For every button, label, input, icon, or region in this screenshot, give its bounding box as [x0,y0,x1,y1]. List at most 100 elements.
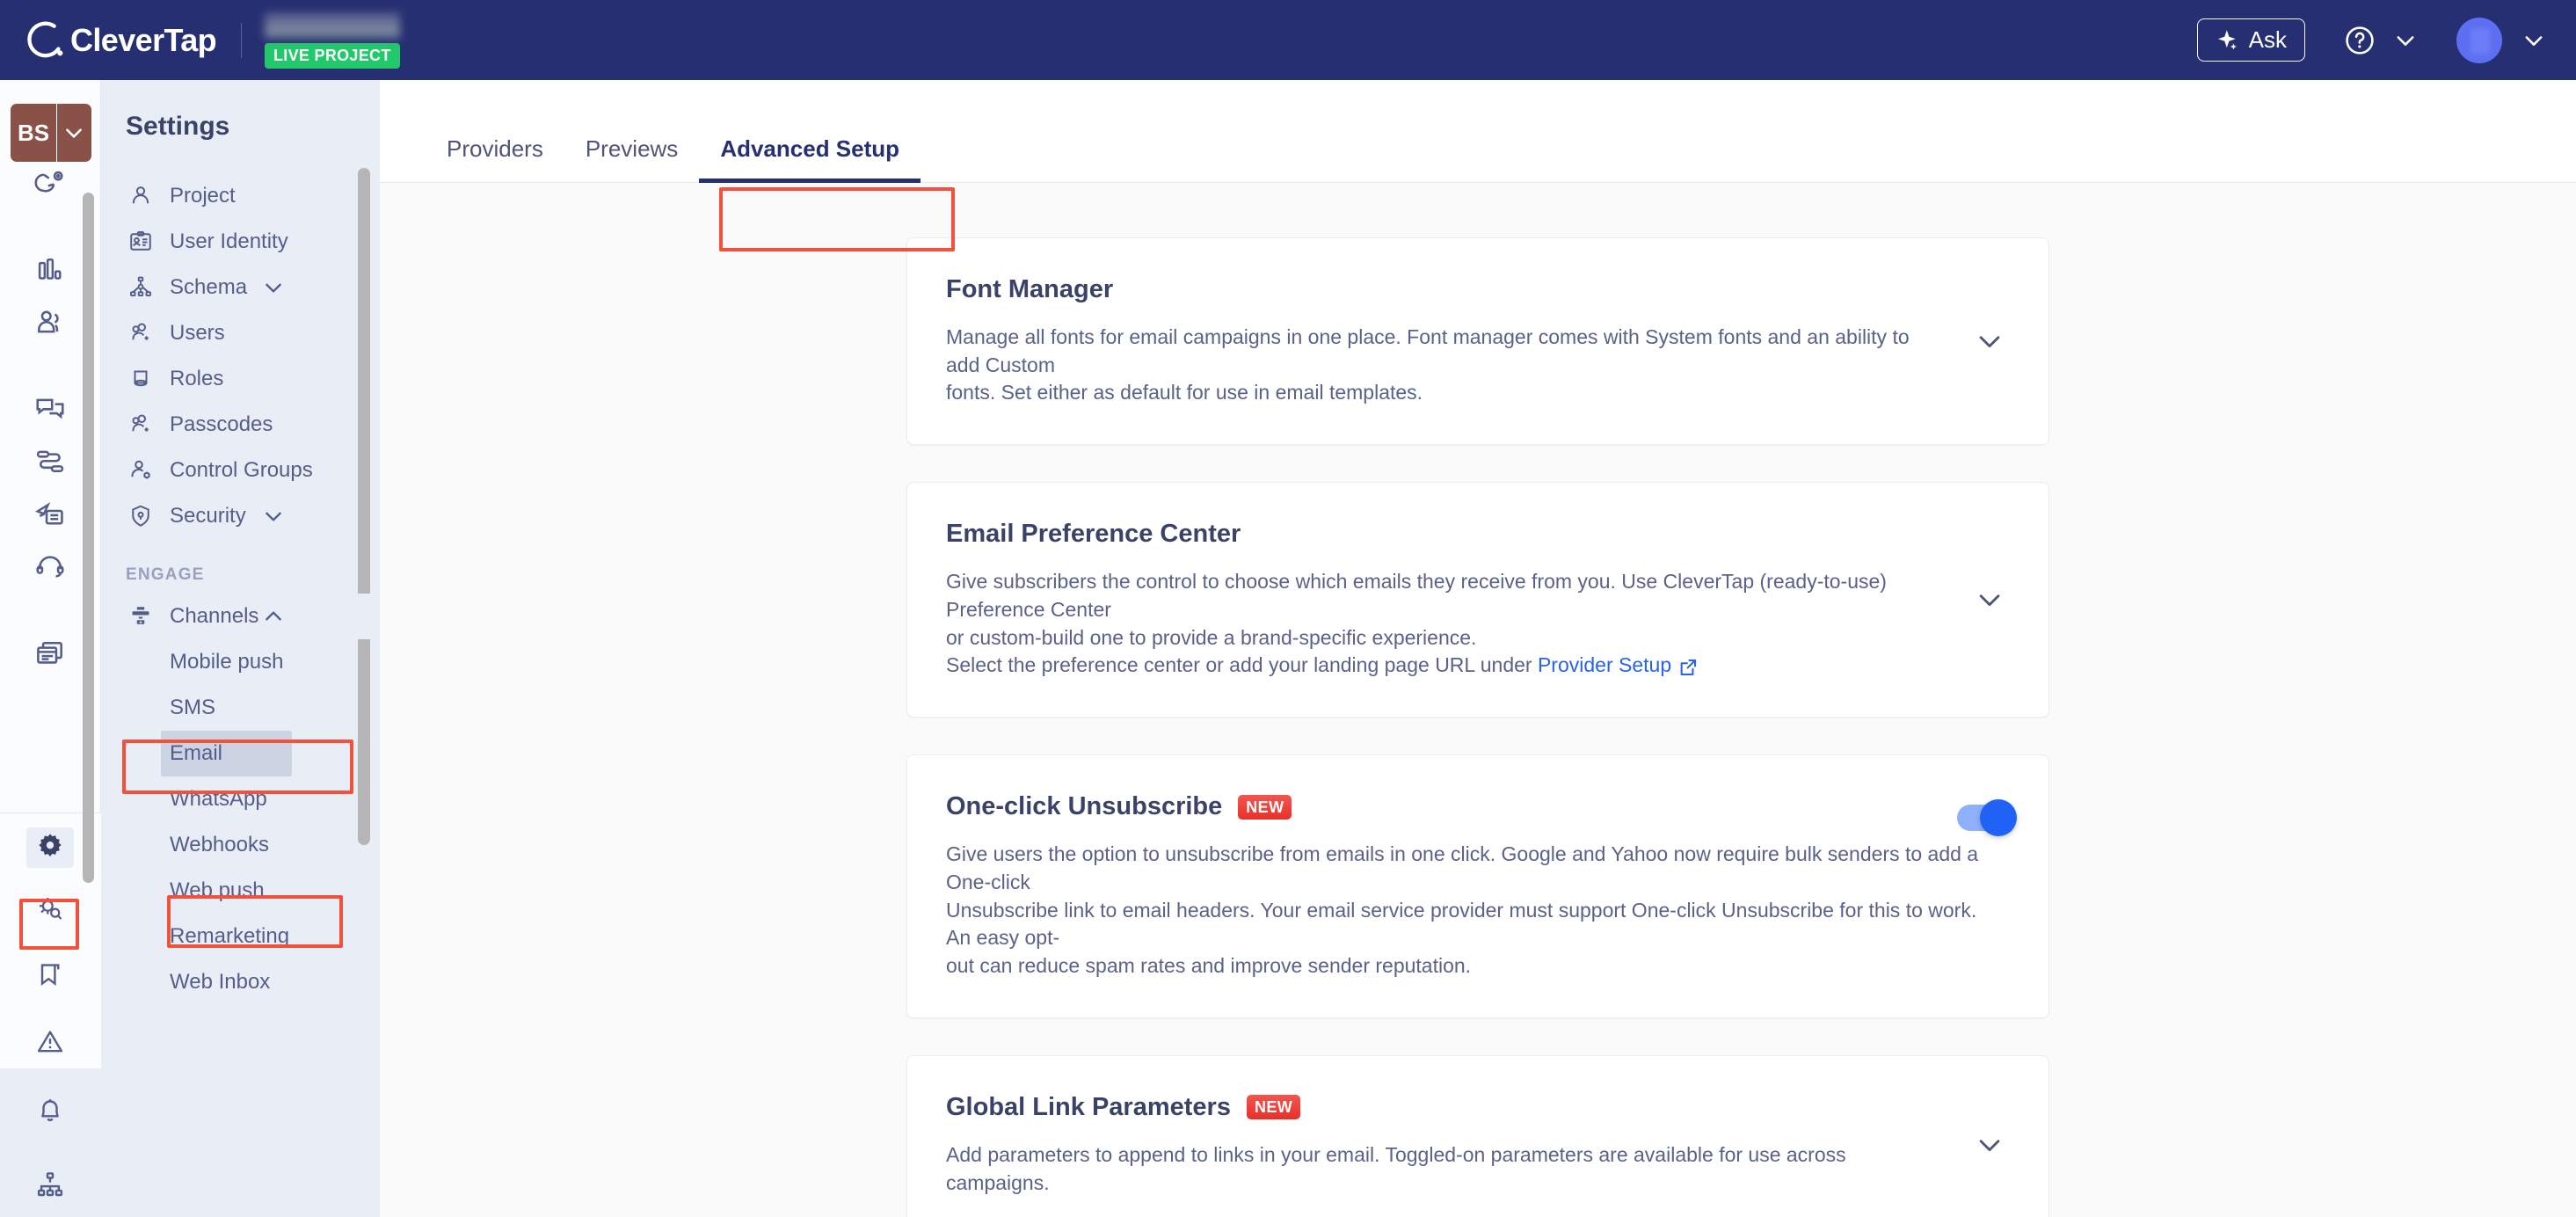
chevron-down-icon[interactable] [1975,326,2005,356]
sidebar-item-label: User Identity [170,230,288,253]
sidebar-item-security[interactable]: Security [101,493,380,539]
tab-label: Advanced Setup [720,135,900,162]
top-bar: CleverTap LIVE PROJECT Ask [0,0,2576,80]
sidebar-item-roles[interactable]: Roles [101,356,380,402]
chevron-down-icon[interactable] [1975,585,2005,615]
sidebar-item-channels[interactable]: Channels [101,594,380,639]
sparkle-icon [2217,29,2237,49]
sidebar-item-user-identity[interactable]: User Identity [101,219,380,265]
campaign-send-icon[interactable] [24,488,76,541]
card-desc-line: Give subscribers the control to choose w… [946,570,1887,621]
card-title: Email Preference Center [946,520,1241,549]
card-description: Give users the option to unsubscribe fro… [946,841,1997,980]
one-click-unsubscribe-toggle[interactable] [1957,799,2017,837]
tab-previews[interactable]: Previews [564,135,699,182]
status-badge-new: NEW [1238,794,1292,820]
gear-settings-icon[interactable] [26,827,74,868]
clevertap-logo-icon [27,21,63,57]
settings-sidebar: Settings Project User Identity Schema Us… [101,80,380,1217]
project-name-redacted [265,11,401,39]
sidebar-subitem-mobile-push[interactable]: Mobile push [101,639,380,685]
help-circle-icon[interactable] [2344,25,2376,56]
top-bar-actions: Ask [2196,17,2546,63]
sidebar-subitem-label: Web Inbox [170,970,271,994]
main-content: Providers Previews Advanced Setup Font M… [380,80,2576,1217]
card-desc-line: Manage all fonts for email campaigns in … [946,325,1910,376]
live-project-badge: LIVE PROJECT [265,42,400,69]
card-desc-line: or custom-build one to provide a brand-s… [946,625,1477,649]
external-link-icon [1680,660,1697,676]
tab-advanced-setup[interactable]: Advanced Setup [699,135,921,183]
project-selector[interactable]: LIVE PROJECT [265,11,401,69]
card-desc-text: Select the preference center or add your… [946,653,1538,677]
sidebar-item-label: Project [170,184,236,208]
sidebar-item-project[interactable]: Project [101,173,380,219]
journeys-flow-icon[interactable] [24,435,76,488]
avatar[interactable] [2456,17,2502,63]
sitemap-icon[interactable] [24,1158,76,1211]
chevron-down-avatar-icon[interactable] [2521,28,2546,53]
card-header: Email Preference Center [946,520,1997,549]
sidebar-subitem-label: Mobile push [170,650,284,674]
sidebar-item-schema[interactable]: Schema [101,265,380,310]
settings-nav-list: Project User Identity Schema Users Roles… [101,142,380,1005]
debug-search-icon[interactable] [24,882,76,935]
ask-button[interactable]: Ask [2196,18,2305,62]
sidebar-subitem-email[interactable]: Email [161,731,292,776]
card-desc-line-with-link: Select the preference center or add your… [946,652,1922,680]
tab-label: Previews [585,135,679,162]
card-desc-line: Add parameters to append to links in you… [946,1142,1846,1194]
sidebar-item-control-groups[interactable]: Control Groups [101,448,380,493]
chevron-down-icon[interactable] [262,505,285,528]
windows-pages-icon[interactable] [24,627,76,680]
card-desc-line: out can reduce spam rates and improve se… [946,954,1472,978]
sidebar-item-label: Passcodes [170,412,273,436]
header-divider [241,22,243,58]
rail-scrollbar[interactable] [83,193,94,883]
users-add-icon [126,410,156,440]
audience-people-icon[interactable] [24,296,76,349]
nav-section-engage: ENGAGE [126,565,205,584]
schema-tree-icon [126,273,156,302]
provider-setup-label: Provider Setup [1537,653,1672,677]
brand-logo[interactable]: CleverTap [26,20,217,61]
sidebar-subitem-sms[interactable]: SMS [101,685,380,731]
chevron-down-icon[interactable] [1975,1130,2005,1160]
provider-setup-link[interactable]: Provider Setup [1538,652,1699,680]
messages-chat-icon[interactable] [24,383,76,435]
id-card-icon [126,227,156,257]
chevron-up-icon[interactable] [262,605,285,628]
sidebar-item-label: Users [170,321,225,345]
alert-triangle-icon[interactable] [24,1016,76,1068]
chevron-down-icon[interactable] [2393,28,2418,53]
sidebar-item-label: Control Groups [170,458,313,482]
tab-providers[interactable]: Providers [426,135,564,182]
sidebar-item-passcodes[interactable]: Passcodes [101,402,380,448]
chevron-down-workspace-icon[interactable] [62,121,85,144]
sidebar-subitem-web-push[interactable]: Web push [101,868,380,914]
sidebar-subitem-remarketing[interactable]: Remarketing [101,914,380,959]
sidebar-subitem-webhooks[interactable]: Webhooks [101,822,380,868]
bell-notification-icon[interactable] [24,1084,76,1137]
bookmark-icon[interactable] [24,949,76,1002]
brand-name: CleverTap [70,21,217,58]
analytics-bar-icon[interactable] [24,244,76,296]
workspace-switcher[interactable]: BS [11,104,91,162]
card-title: Global Link Parameters [946,1092,1231,1121]
ask-label: Ask [2248,26,2287,53]
card-one-click-unsubscribe: One-click Unsubscribe NEW Give users the… [906,754,2049,1018]
magnet-icon[interactable] [24,157,76,210]
card-desc-line: fonts. Set either as default for use in … [946,381,1423,404]
sidebar-subitem-web-inbox[interactable]: Web Inbox [101,959,380,1005]
toggle-knob [1980,799,2017,837]
headset-support-icon[interactable] [24,541,76,594]
workspace-initials: BS [17,119,50,146]
sidebar-subitem-whatsapp[interactable]: WhatsApp [101,776,380,822]
card-header: One-click Unsubscribe NEW [946,792,1997,821]
card-desc-line: Give users the option to unsubscribe fro… [946,842,1979,893]
chevron-down-icon[interactable] [262,276,285,299]
shield-lock-icon [126,501,156,531]
status-badge-new: NEW [1246,1095,1301,1120]
sidebar-subitem-label: SMS [170,696,216,719]
sidebar-item-users[interactable]: Users [101,310,380,356]
